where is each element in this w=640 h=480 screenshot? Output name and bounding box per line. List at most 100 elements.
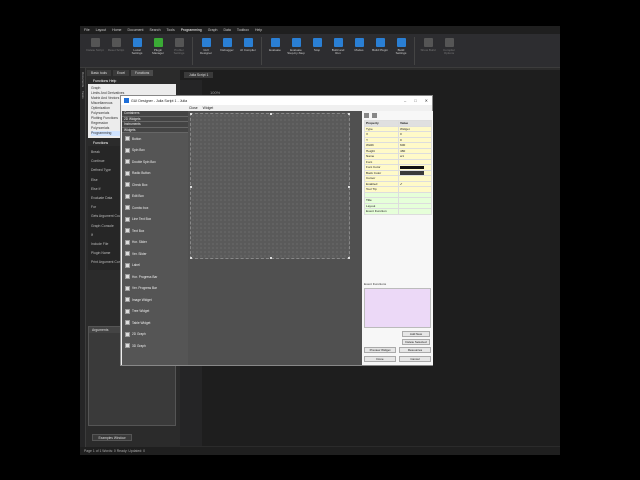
palette-widget-item[interactable]: Check Box — [122, 179, 188, 191]
palette-widget-item[interactable]: Table Widget — [122, 317, 188, 329]
left-tab[interactable]: Functions — [131, 70, 154, 76]
palette-widget-item[interactable]: Ver. Progress Bar — [122, 283, 188, 295]
menu-item[interactable]: Home — [112, 28, 121, 32]
resources-button[interactable]: Resources — [399, 347, 431, 353]
palette-widget-item[interactable]: Hor. Progress Bar — [122, 271, 188, 283]
status-bar: Page 1 of 1 Words: 0 Ready: Updated: 0 — [80, 447, 560, 455]
close-icon[interactable]: ✕ — [425, 98, 428, 103]
palette-widget-item[interactable]: Edit Box — [122, 191, 188, 203]
ribbon-button[interactable]: Reset Script — [107, 36, 125, 66]
ribbon-toolbar: Delete Script Reset Script Local Settings P… — [80, 34, 560, 68]
palette-widget-item[interactable]: Ver. Slider — [122, 248, 188, 260]
resize-handle[interactable] — [190, 257, 192, 259]
event-functions-list[interactable] — [364, 288, 431, 328]
palette-widget-item[interactable]: Combo box — [122, 202, 188, 214]
ribbon-button-label: Debugger — [220, 48, 234, 52]
local-settings-icon — [132, 38, 142, 47]
ribbon-button[interactable]: GUI Designer — [197, 36, 215, 66]
side-tab[interactable]: Documents — [81, 72, 85, 87]
color-swatch[interactable] — [400, 165, 424, 170]
add-new-button[interactable]: Add New — [402, 331, 430, 337]
menu-item[interactable]: Data — [223, 28, 230, 32]
palette-widget-item[interactable]: Button — [122, 133, 188, 145]
color-swatch[interactable] — [400, 171, 424, 175]
resize-handle[interactable] — [348, 113, 350, 115]
stop-icon — [312, 38, 322, 47]
window-controls: – □ ✕ — [404, 98, 432, 103]
property-value[interactable] — [398, 208, 432, 215]
menu-item[interactable]: File — [84, 28, 90, 32]
modes-icon — [354, 38, 364, 47]
palette-widget-item[interactable]: 3D Graph — [122, 340, 188, 352]
ribbon-button-label: AI Compiler — [240, 48, 256, 52]
menu-item[interactable]: Tools — [167, 28, 175, 32]
ver-slider-icon — [125, 251, 130, 257]
resize-handle[interactable] — [348, 186, 350, 188]
resize-handle[interactable] — [270, 257, 272, 259]
resize-handle[interactable] — [348, 257, 350, 259]
menu-item[interactable]: Programming — [181, 28, 202, 32]
ribbon-button[interactable]: Show Build — [419, 36, 437, 66]
palette-widget-item[interactable]: Radio Button — [122, 168, 188, 180]
spin-box-icon — [125, 147, 130, 153]
category-icon[interactable] — [372, 113, 377, 118]
build-plugin-icon — [375, 38, 385, 47]
dialog-menu-item[interactable]: Widget — [203, 106, 214, 110]
palette-widget-item[interactable]: Image Widget — [122, 294, 188, 306]
palette-widget-item[interactable]: 2D Graph — [122, 329, 188, 341]
ribbon-button[interactable]: Modes — [350, 36, 368, 66]
dialog-menu-item[interactable]: Close — [189, 106, 198, 110]
examples-window-button[interactable]: Examples Window — [92, 434, 132, 441]
minimize-icon[interactable]: – — [404, 98, 406, 103]
palette-widget-item[interactable]: Hor. Slider — [122, 237, 188, 249]
palette-widget-item[interactable]: Tree Widget — [122, 306, 188, 318]
ribbon-button[interactable]: Plugin Manager — [149, 36, 167, 66]
sort-icon[interactable] — [364, 113, 369, 118]
property-name: Event Function — [364, 208, 399, 215]
palette-widget-label: 3D Graph — [132, 343, 146, 348]
maximize-icon[interactable]: □ — [414, 98, 416, 103]
ribbon-button-label: Evaluate Step-by-Step — [287, 48, 305, 56]
left-tab[interactable]: Excel — [112, 70, 130, 76]
design-canvas[interactable] — [188, 111, 362, 365]
menu-item[interactable]: Search — [149, 28, 160, 32]
menu-item[interactable]: Graph — [208, 28, 218, 32]
delete-selected-button[interactable]: Delete Selected — [402, 339, 430, 345]
cancel-button[interactable]: Cancel — [399, 356, 431, 362]
profiler-icon — [174, 38, 184, 47]
left-tab[interactable]: Basic tools — [87, 70, 111, 76]
button-widget-icon — [125, 136, 130, 142]
ribbon-button[interactable]: Delete Script — [86, 36, 104, 66]
ribbon-button[interactable]: Evaluate — [266, 36, 284, 66]
menu-item[interactable]: Document — [128, 28, 144, 32]
ribbon-button[interactable]: Profiler Settings — [170, 36, 188, 66]
palette-widget-item[interactable]: Text Box — [122, 225, 188, 237]
menu-item[interactable]: Layout — [96, 28, 107, 32]
ribbon-button[interactable]: Build and Run — [329, 36, 347, 66]
side-tab[interactable]: Tasks — [81, 91, 85, 99]
ribbon-button[interactable]: Debugger — [218, 36, 236, 66]
menu-item[interactable]: Toolbox — [237, 28, 249, 32]
ribbon-button[interactable]: Stop — [308, 36, 326, 66]
palette-widget-item[interactable]: Double Spin Box — [122, 156, 188, 168]
preview-widget-button[interactable]: Preview Widget — [364, 347, 396, 353]
ribbon-button[interactable]: Compiler Options — [440, 36, 458, 66]
palette-widget-item[interactable]: Line Text Box — [122, 214, 188, 226]
ribbon-button[interactable]: Build Plugin — [371, 36, 389, 66]
done-button[interactable]: Done — [364, 356, 396, 362]
ribbon-button[interactable]: Build Settings — [392, 36, 410, 66]
property-row[interactable]: Event Function — [364, 208, 432, 215]
editor-tab[interactable]: Julia Script 1 — [184, 72, 214, 78]
ribbon-button[interactable]: AI Compiler — [239, 36, 257, 66]
menu-item[interactable]: Help — [255, 28, 262, 32]
palette-widget-item[interactable]: Spin Box — [122, 145, 188, 157]
resize-handle[interactable] — [270, 113, 272, 115]
ribbon-button[interactable]: Evaluate Step-by-Step — [287, 36, 305, 66]
palette-widget-item[interactable]: Label — [122, 260, 188, 272]
ribbon-button[interactable]: Local Settings — [128, 36, 146, 66]
palette-widget-label: Label — [132, 263, 140, 268]
left-panel-tabs: Basic tools Excel Functions — [87, 70, 177, 76]
resize-handle[interactable] — [190, 186, 192, 188]
design-form[interactable] — [190, 113, 350, 259]
resize-handle[interactable] — [190, 113, 192, 115]
